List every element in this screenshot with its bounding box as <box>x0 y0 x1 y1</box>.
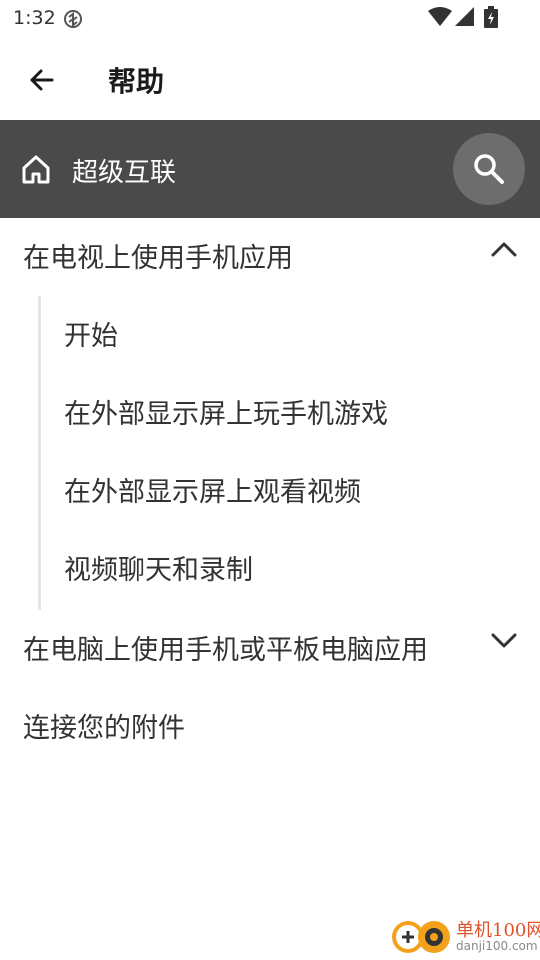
submenu-item-label: 视频聊天和录制 <box>64 555 253 586</box>
section-bar: 超级互联 <box>0 120 540 218</box>
app-bar: 帮助 <box>0 38 540 120</box>
watermark: 单机100网 danji100.com <box>388 912 540 960</box>
chevron-up-icon <box>491 242 517 257</box>
menu-group-label: 在电视上使用手机应用 <box>23 243 293 274</box>
submenu-item-videos[interactable]: 在外部显示屏上观看视频 <box>40 452 540 530</box>
section-title: 超级互联 <box>72 158 177 188</box>
menu-group-pc[interactable]: 在电脑上使用手机或平板电脑应用 <box>0 610 540 688</box>
watermark-url: danji100.com <box>456 939 538 953</box>
battery-charging-icon <box>484 6 498 32</box>
wifi-icon <box>428 7 452 31</box>
search-icon <box>474 154 504 184</box>
submenu-item-label: 在外部显示屏上观看视频 <box>64 477 361 508</box>
home-icon[interactable] <box>20 153 52 185</box>
submenu-item-video-chat[interactable]: 视频聊天和录制 <box>40 530 540 608</box>
page-title: 帮助 <box>108 65 165 98</box>
submenu-item-games[interactable]: 在外部显示屏上玩手机游戏 <box>40 374 540 452</box>
submenu-item-start[interactable]: 开始 <box>40 296 540 374</box>
submenu-item-label: 开始 <box>64 321 118 352</box>
status-time: 1:32 <box>13 7 56 29</box>
menu-item-label: 连接您的附件 <box>23 713 185 744</box>
sync-icon <box>62 8 84 30</box>
signal-icon <box>455 7 475 31</box>
status-bar: 1:32 <box>0 0 540 38</box>
menu-group-label: 在电脑上使用手机或平板电脑应用 <box>23 635 428 666</box>
submenu-item-label: 在外部显示屏上玩手机游戏 <box>64 399 388 430</box>
menu-item-accessories[interactable]: 连接您的附件 <box>0 688 540 766</box>
watermark-logo-icon <box>392 921 450 953</box>
search-button[interactable] <box>453 133 525 205</box>
menu-group-tv[interactable]: 在电视上使用手机应用 <box>0 218 540 296</box>
arrow-back-icon <box>30 69 54 91</box>
chevron-down-icon <box>491 633 517 648</box>
back-button[interactable] <box>22 60 62 100</box>
